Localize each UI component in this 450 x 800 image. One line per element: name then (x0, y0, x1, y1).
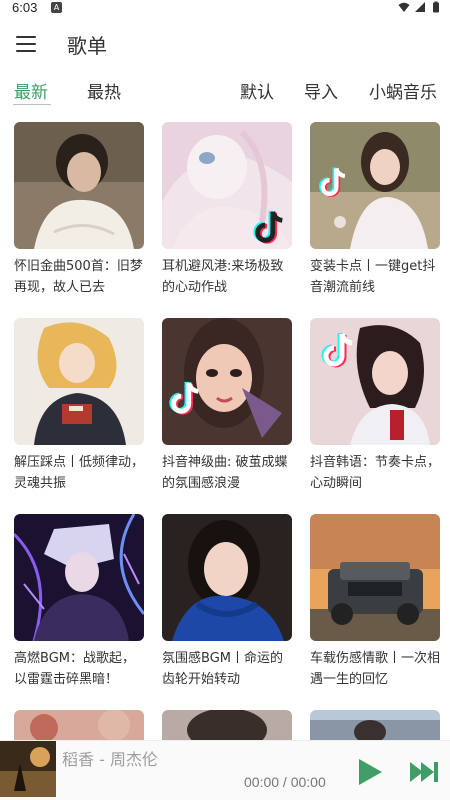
tab-bar: 最新 最热 默认 导入 小蜗音乐 (0, 74, 450, 110)
play-icon[interactable] (355, 757, 385, 787)
playlist-name: 氛围感BGM丨命运的齿轮开始转动 (162, 651, 283, 687)
playlist-cover (310, 122, 440, 249)
playlist-name: 车载伤感情歌丨一次相遇一生的回忆 (310, 651, 440, 687)
playlist-cover (162, 122, 292, 249)
playlist-card[interactable]: 变装卡点丨一键get抖音潮流前线 (310, 122, 440, 298)
tab-latest[interactable]: 最新 (14, 78, 48, 103)
playlist-card[interactable]: 车载伤感情歌丨一次相遇一生的回忆 (310, 514, 440, 690)
battery-icon (433, 1, 439, 13)
playlist-name: 变装卡点丨一键get抖音潮流前线 (310, 259, 436, 295)
playlist-cover (310, 318, 440, 445)
app-bar: 歌单 (0, 22, 450, 66)
playlist-card[interactable]: 氛围感BGM丨命运的齿轮开始转动 (162, 514, 292, 690)
tiktok-icon (169, 381, 199, 415)
notification-app-icon: A (51, 2, 62, 13)
playlist-cover (14, 318, 144, 445)
tab-hottest[interactable]: 最热 (87, 78, 121, 103)
playlist-card[interactable]: 怀旧金曲500首：旧梦再现，故人已去 (14, 122, 144, 298)
tab-import[interactable]: 导入 (304, 78, 338, 103)
playlist-cover (310, 514, 440, 641)
status-bar: 6:03 A (0, 0, 450, 16)
signal-icon (415, 2, 425, 12)
playlist-name: 抖音韩语：节奏卡点，心动瞬间 (310, 455, 440, 491)
playlist-cover (162, 318, 292, 445)
playlist-name: 耳机避风港:来场极致的心动作战 (162, 259, 284, 295)
playlist-card[interactable]: 抖音神级曲: 破茧成蝶的氛围感浪漫 (162, 318, 292, 494)
page-title: 歌单 (67, 34, 107, 58)
playlist-card[interactable]: 高燃BGM：战歌起，以雷霆击碎黑暗！ (14, 514, 144, 690)
playlist-name: 高燃BGM：战歌起，以雷霆击碎黑暗！ (14, 651, 135, 687)
status-time: 6:03 (12, 0, 38, 15)
playlist-card[interactable]: 抖音韩语：节奏卡点，心动瞬间 (310, 318, 440, 494)
playlist-cover (14, 122, 144, 249)
tiktok-icon (253, 210, 283, 244)
menu-icon[interactable] (14, 32, 38, 56)
playlist-cover (162, 514, 292, 641)
playlist-name: 解压踩点丨低频律动，灵魂共振 (14, 455, 144, 491)
playlist-card[interactable]: 解压踩点丨低频律动，灵魂共振 (14, 318, 144, 494)
now-playing-title: 稻香 - 周杰伦 (62, 750, 158, 769)
tab-default[interactable]: 默认 (240, 78, 274, 103)
tiktok-icon (321, 333, 353, 368)
playback-time: 00:00 / 00:00 (244, 774, 326, 790)
playlist-name: 抖音神级曲: 破茧成蝶的氛围感浪漫 (162, 455, 288, 491)
tiktok-icon (319, 167, 346, 197)
playlist-card[interactable]: 耳机避风港:来场极致的心动作战 (162, 122, 292, 298)
album-art[interactable] (0, 741, 56, 797)
playlist-name: 怀旧金曲500首：旧梦再现，故人已去 (14, 259, 143, 295)
playlist-cover (14, 514, 144, 641)
wifi-icon (398, 2, 410, 12)
tab-xiaowo-music[interactable]: 小蜗音乐 (369, 78, 437, 103)
tab-underline (13, 104, 51, 105)
next-track-icon[interactable] (409, 759, 439, 785)
mini-player: 稻香 - 周杰伦 00:00 / 00:00 (0, 740, 450, 800)
